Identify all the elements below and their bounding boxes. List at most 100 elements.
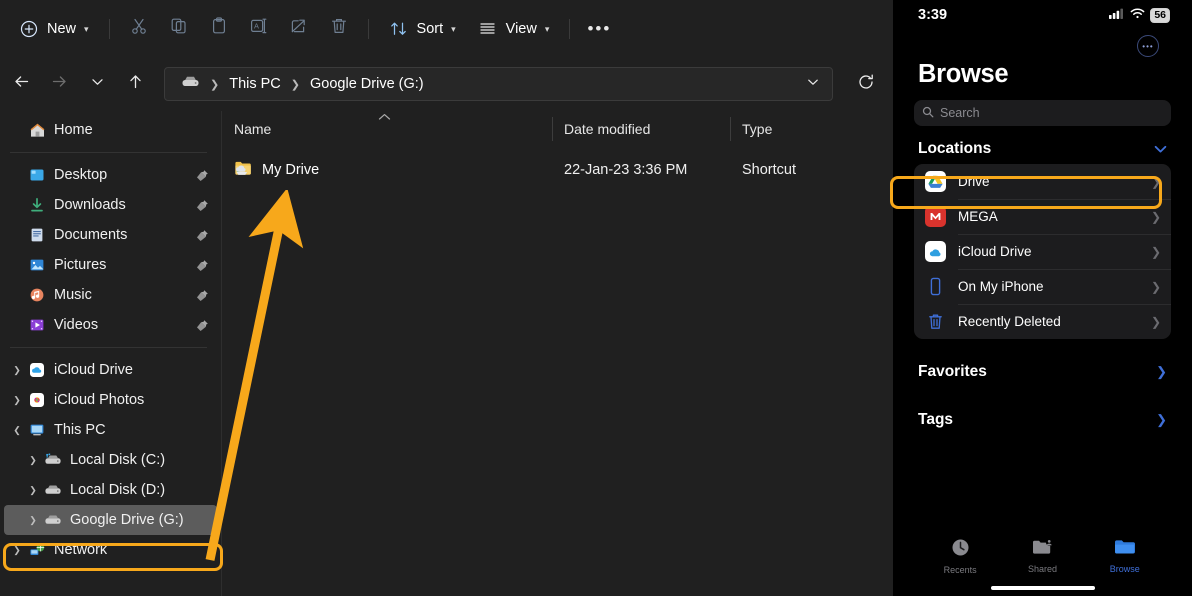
tags-section-header[interactable]: Tags ❯ <box>893 399 1192 441</box>
explorer-body: Home Desktop <box>0 111 893 596</box>
sidebar-item-label: This PC <box>54 422 106 438</box>
favorites-section-header[interactable]: Favorites ❯ <box>893 351 1192 393</box>
breadcrumb-item-google-drive[interactable]: Google Drive (G:) <box>304 74 430 94</box>
sidebar-item-videos[interactable]: Videos <box>4 310 217 340</box>
sidebar-item-network[interactable]: ❯ Network <box>4 535 217 565</box>
breadcrumb-drive-icon-wrap[interactable] <box>175 73 206 95</box>
chevron-right-icon[interactable]: ❯ <box>8 545 26 556</box>
chevron-right-icon[interactable]: ❯ <box>24 455 42 466</box>
chevron-down-icon[interactable]: ❮ <box>8 425 26 436</box>
more-options-button[interactable]: ••• <box>579 11 619 47</box>
chevron-right-icon[interactable]: ❯ <box>1156 364 1167 380</box>
column-header-label: Name <box>234 121 271 137</box>
file-name-cell: My Drive <box>222 160 552 181</box>
delete-button[interactable] <box>319 11 359 47</box>
folder-icon <box>1114 538 1135 561</box>
sidebar-item-label: Network <box>54 542 107 558</box>
pin-icon[interactable] <box>196 319 209 332</box>
share-button[interactable] <box>279 11 319 47</box>
chevron-right-icon[interactable]: ❯ <box>24 485 42 496</box>
chevron-right-icon[interactable]: ❯ <box>8 365 26 376</box>
delete-icon <box>329 16 349 41</box>
sidebar-item-icloud-photos[interactable]: ❯ iCloud Photos <box>4 385 217 415</box>
sidebar-item-home[interactable]: Home <box>4 115 217 145</box>
search-field[interactable]: Search <box>914 100 1171 126</box>
forward-button[interactable] <box>42 67 76 101</box>
section-title: Favorites <box>918 363 987 381</box>
cellular-signal-icon <box>1109 7 1125 23</box>
pin-icon[interactable] <box>196 229 209 242</box>
more-options-button[interactable]: ••• <box>1137 35 1159 57</box>
location-item-drive[interactable]: Drive ❯ <box>914 164 1171 199</box>
column-header-date-modified[interactable]: Date modified <box>552 111 730 147</box>
location-label: MEGA <box>958 209 1151 224</box>
sort-button[interactable]: Sort ▾ <box>378 11 467 47</box>
pin-icon[interactable] <box>196 289 209 302</box>
videos-icon <box>26 317 48 333</box>
sidebar-item-label: Music <box>54 287 92 303</box>
table-row[interactable]: My Drive 22-Jan-23 3:36 PM Shortcut <box>222 152 893 188</box>
sidebar-item-desktop[interactable]: Desktop <box>4 160 217 190</box>
drive-icon <box>42 483 64 497</box>
up-button[interactable] <box>118 67 152 101</box>
pin-icon[interactable] <box>196 169 209 182</box>
chevron-right-icon: ❯ <box>1151 315 1161 329</box>
tab-browse[interactable]: Browse <box>1097 538 1153 574</box>
recent-locations-button[interactable] <box>80 67 114 101</box>
location-label: Drive <box>958 174 1151 189</box>
breadcrumb-item-this-pc[interactable]: This PC <box>223 74 287 94</box>
copy-icon <box>169 16 189 41</box>
tab-recents[interactable]: Recents <box>932 538 988 575</box>
sidebar-item-this-pc[interactable]: ❮ This PC <box>4 415 217 445</box>
ellipsis-icon: ••• <box>587 19 611 39</box>
chevron-down-icon: ▾ <box>451 24 456 35</box>
trash-icon <box>925 311 946 332</box>
status-time: 3:39 <box>918 7 947 23</box>
copy-button[interactable] <box>159 11 199 47</box>
pin-icon[interactable] <box>196 199 209 212</box>
column-header-label: Type <box>742 121 772 137</box>
sidebar-item-documents[interactable]: Documents <box>4 220 217 250</box>
back-button[interactable] <box>4 67 38 101</box>
column-header-type[interactable]: Type <box>730 111 893 147</box>
sidebar-item-local-disk-d[interactable]: ❯ Local Disk (D:) <box>4 475 217 505</box>
toolbar-divider <box>109 19 110 39</box>
clock-icon <box>951 538 970 562</box>
tab-label: Browse <box>1110 564 1140 574</box>
cut-button[interactable] <box>119 11 159 47</box>
location-item-on-my-iphone[interactable]: On My iPhone ❯ <box>914 269 1171 304</box>
sidebar-item-music[interactable]: Music <box>4 280 217 310</box>
tab-shared[interactable]: Shared <box>1014 538 1070 574</box>
location-item-icloud-drive[interactable]: iCloud Drive ❯ <box>914 234 1171 269</box>
file-list-pane: Name Date modified Type <box>222 111 893 596</box>
view-button[interactable]: View ▾ <box>467 11 561 47</box>
location-item-recently-deleted[interactable]: Recently Deleted ❯ <box>914 304 1171 339</box>
sidebar-item-local-disk-c[interactable]: ❯ Local Disk (C:) <box>4 445 217 475</box>
shared-folder-icon <box>1032 538 1053 561</box>
breadcrumb: ❯ This PC ❯ Google Drive (G:) <box>175 73 798 95</box>
downloads-icon <box>26 197 48 213</box>
toolbar-divider-3 <box>569 19 570 39</box>
address-dropdown-button[interactable] <box>798 70 828 98</box>
chevron-down-icon[interactable] <box>1154 142 1167 157</box>
sidebar-item-icloud-drive[interactable]: ❯ iCloud Drive <box>4 355 217 385</box>
pin-icon[interactable] <box>196 259 209 272</box>
locations-section-header[interactable]: Locations <box>893 126 1192 164</box>
location-item-mega[interactable]: MEGA ❯ <box>914 199 1171 234</box>
paste-button[interactable] <box>199 11 239 47</box>
sidebar-item-pictures[interactable]: Pictures <box>4 250 217 280</box>
chevron-right-icon[interactable]: ❯ <box>8 395 26 406</box>
home-icon <box>26 122 48 139</box>
sidebar-item-google-drive[interactable]: ❯ Google Drive (G:) <box>4 505 217 535</box>
refresh-button[interactable] <box>849 67 883 101</box>
rename-button[interactable]: A <box>239 11 279 47</box>
sidebar-item-label: Home <box>54 122 93 138</box>
address-bar[interactable]: ❯ This PC ❯ Google Drive (G:) <box>164 67 833 101</box>
sidebar-item-label: Google Drive (G:) <box>70 512 184 528</box>
chevron-right-icon: ❯ <box>1151 245 1161 259</box>
chevron-right-icon[interactable]: ❯ <box>24 515 42 526</box>
documents-icon <box>26 227 48 243</box>
chevron-right-icon[interactable]: ❯ <box>1156 412 1167 428</box>
sidebar-item-downloads[interactable]: Downloads <box>4 190 217 220</box>
new-button[interactable]: New ▾ <box>8 11 100 47</box>
